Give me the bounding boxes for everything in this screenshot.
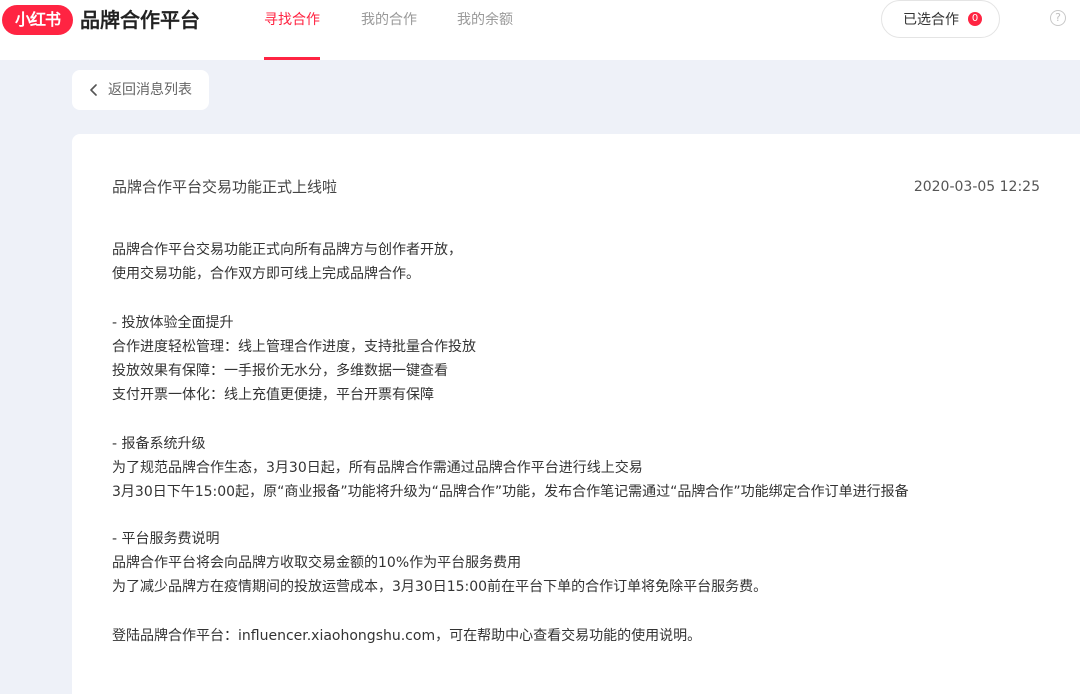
xiaohongshu-logo[interactable]: 小红书	[2, 5, 73, 35]
tab-find-cooperation[interactable]: 寻找合作	[264, 10, 320, 30]
message-line: 品牌合作平台将会向品牌方收取交易金额的10%作为平台服务费用	[112, 555, 522, 571]
top-navigation-bar: 小红书 品牌合作平台 寻找合作 我的合作 我的余额 已选合作 0 ?	[0, 0, 1080, 60]
message-line: 合作进度轻松管理：线上管理合作进度，支持批量合作投放	[112, 339, 476, 355]
chevron-left-icon	[90, 84, 97, 96]
selected-count-badge: 0	[968, 12, 982, 26]
active-tab-indicator	[264, 57, 320, 60]
tab-my-balance[interactable]: 我的余额	[457, 10, 513, 30]
selected-cooperation-button[interactable]: 已选合作 0	[881, 0, 1000, 38]
message-title: 品牌合作平台交易功能正式上线啦	[112, 178, 338, 196]
section-heading: - 投放体验全面提升	[112, 315, 234, 331]
message-line: 使用交易功能，合作双方即可线上完成品牌合作。	[112, 266, 420, 282]
selected-cooperation-label: 已选合作	[903, 12, 959, 28]
message-line: 为了减少品牌方在疫情期间的投放运营成本，3月30日15:00前在平台下单的合作订…	[112, 579, 768, 595]
message-line: 为了规范品牌合作生态，3月30日起，所有品牌合作需通过品牌合作平台进行线上交易	[112, 460, 643, 476]
message-line: 支付开票一体化：线上充值更便捷，平台开票有保障	[112, 387, 434, 403]
section-heading: - 报备系统升级	[112, 436, 206, 452]
message-line: 登陆品牌合作平台：influencer.xiaohongshu.com，可在帮助…	[112, 628, 702, 644]
section-heading: - 平台服务费说明	[112, 531, 220, 547]
message-detail-card: 品牌合作平台交易功能正式上线啦 2020-03-05 12:25 品牌合作平台交…	[72, 134, 1080, 694]
tab-my-cooperation[interactable]: 我的合作	[361, 10, 417, 30]
message-line: 3月30日下午15:00起，原“商业报备”功能将升级为“品牌合作”功能，发布合作…	[112, 484, 909, 500]
platform-title: 品牌合作平台	[80, 8, 200, 32]
message-timestamp: 2020-03-05 12:25	[913, 179, 1040, 195]
back-to-message-list-button[interactable]: 返回消息列表	[72, 70, 209, 110]
message-line: 品牌合作平台交易功能正式向所有品牌方与创作者开放，	[112, 242, 462, 258]
message-line: 投放效果有保障：一手报价无水分，多维数据一键查看	[112, 363, 448, 379]
help-icon[interactable]: ?	[1050, 10, 1066, 26]
back-label: 返回消息列表	[108, 82, 192, 98]
